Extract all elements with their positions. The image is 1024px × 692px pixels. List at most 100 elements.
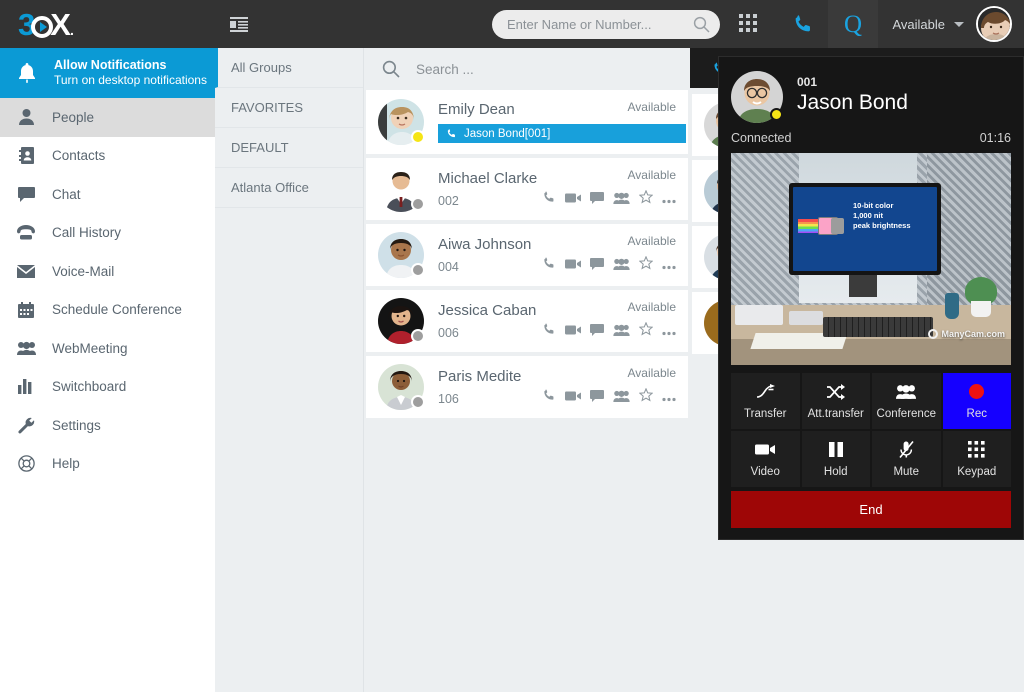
chat-bubble-icon[interactable] (590, 191, 604, 209)
keypad-button[interactable]: Keypad (943, 431, 1012, 487)
panel-toggle-button[interactable] (215, 0, 263, 48)
group-item-atlanta-office[interactable]: Atlanta Office (215, 168, 363, 208)
phone-icon[interactable] (542, 256, 556, 275)
conference-icon[interactable] (613, 323, 630, 341)
presence-status-selector[interactable]: Available (878, 0, 976, 48)
sidebar-item-help[interactable]: Help (0, 445, 215, 484)
search-icon (693, 16, 710, 33)
video-camera-icon[interactable] (565, 323, 581, 341)
video-watermark: ManyCam.com (928, 329, 1005, 339)
sidebar-item-label: People (52, 110, 94, 125)
sidebar-item-chat[interactable]: Chat (0, 175, 215, 214)
button-label: Video (751, 466, 780, 478)
person-icon (16, 109, 36, 125)
avatar (378, 364, 424, 410)
sidebar-item-label: Contacts (52, 148, 105, 163)
ellipsis-icon[interactable] (662, 191, 676, 209)
logo-text: 3X. (18, 9, 73, 40)
end-call-button[interactable]: End (731, 491, 1011, 528)
watermark-text: ManyCam.com (941, 329, 1005, 339)
video-screen-text: 10-bit color 1,000 nit peak brightness (853, 201, 931, 231)
sidebar-item-label: Settings (52, 418, 101, 433)
chat-bubble-icon[interactable] (590, 389, 604, 407)
sidebar-item-schedule-conference[interactable]: Schedule Conference (0, 291, 215, 330)
sidebar-item-people[interactable]: People (0, 98, 215, 137)
transfer-arrow-icon (756, 383, 775, 401)
contacts-search-input[interactable] (416, 62, 616, 77)
ellipsis-icon[interactable] (662, 323, 676, 341)
sidebar-item-contacts[interactable]: Contacts (0, 137, 215, 176)
table-row[interactable]: Emily Dean Jason Bond[001] Available (366, 90, 688, 154)
video-camera-icon[interactable] (565, 257, 581, 275)
star-icon[interactable] (639, 256, 653, 275)
table-row[interactable]: Paris Medite 106 Available (366, 356, 688, 418)
chat-bubble-icon[interactable] (590, 257, 604, 275)
video-feed[interactable]: 10-bit color 1,000 nit peak brightness M… (731, 153, 1011, 365)
dialpad-icon (739, 14, 759, 34)
contact-actions (542, 190, 676, 209)
sidebar-item-label: Schedule Conference (52, 302, 182, 317)
contact-status: Available (628, 366, 676, 380)
avatar (378, 166, 424, 212)
video-monitor-stand (849, 275, 877, 297)
active-call-badge[interactable]: Jason Bond[001] (438, 124, 686, 143)
wrench-icon (16, 417, 36, 434)
call-button[interactable] (778, 0, 828, 48)
star-icon[interactable] (639, 322, 653, 341)
ellipsis-icon[interactable] (662, 257, 676, 275)
sidebar-item-label: Call History (52, 225, 121, 240)
video-button[interactable]: Video (731, 431, 800, 487)
status-badge (411, 197, 425, 211)
conference-icon[interactable] (613, 389, 630, 407)
status-label: Available (892, 17, 945, 32)
mute-button[interactable]: Mute (872, 431, 941, 487)
phone-icon[interactable] (542, 190, 556, 209)
queue-button[interactable]: Q (828, 0, 878, 48)
conference-button[interactable]: Conference (872, 373, 941, 429)
group-item-default[interactable]: DEFAULT (215, 128, 363, 168)
sidebar-item-call-history[interactable]: Call History (0, 214, 215, 253)
contacts-search[interactable] (364, 48, 690, 90)
avatar[interactable] (976, 6, 1012, 42)
notification-subtitle: Turn on desktop notifications (54, 73, 207, 88)
table-row[interactable]: Aiwa Johnson 004 Available (366, 224, 688, 286)
video-camera-icon[interactable] (565, 389, 581, 407)
conference-icon[interactable] (613, 257, 630, 275)
bar-chart-icon (16, 379, 36, 394)
star-icon[interactable] (639, 190, 653, 209)
sidebar-item-settings[interactable]: Settings (0, 406, 215, 445)
call-header: 001 Jason Bond (731, 65, 1011, 123)
status-badge (411, 395, 425, 409)
telephone-icon (16, 225, 36, 240)
call-extension: 001 (797, 75, 1011, 89)
group-label: Atlanta Office (231, 180, 309, 195)
avatar (378, 99, 424, 145)
sidebar-item-voicemail[interactable]: Voice-Mail (0, 252, 215, 291)
notification-title: Allow Notifications (54, 58, 207, 74)
record-button[interactable]: Rec (943, 373, 1012, 429)
app-logo[interactable]: 3X. (0, 0, 215, 48)
group-label: FAVORITES (231, 100, 303, 115)
mic-muted-icon (899, 441, 914, 459)
hold-button[interactable]: Hold (802, 431, 871, 487)
dialpad-button[interactable] (724, 0, 774, 48)
video-device-box-2 (789, 311, 823, 325)
star-icon[interactable] (639, 388, 653, 407)
global-search[interactable] (492, 10, 720, 39)
group-item-favorites[interactable]: FAVORITES (215, 88, 363, 128)
video-camera-icon[interactable] (565, 191, 581, 209)
phone-icon[interactable] (542, 322, 556, 341)
search-input[interactable] (507, 17, 693, 32)
chat-bubble-icon[interactable] (590, 323, 604, 341)
table-row[interactable]: Jessica Caban 006 Available (366, 290, 688, 352)
table-row[interactable]: Michael Clarke 002 Available (366, 158, 688, 220)
attended-transfer-button[interactable]: Att.transfer (802, 373, 871, 429)
conference-icon[interactable] (613, 191, 630, 209)
group-item-all-groups[interactable]: All Groups (215, 48, 363, 88)
sidebar-item-switchboard[interactable]: Switchboard (0, 368, 215, 407)
sidebar-item-webmeeting[interactable]: WebMeeting (0, 329, 215, 368)
ellipsis-icon[interactable] (662, 389, 676, 407)
allow-notifications-banner[interactable]: Allow Notifications Turn on desktop noti… (0, 48, 215, 98)
phone-icon[interactable] (542, 388, 556, 407)
transfer-button[interactable]: Transfer (731, 373, 800, 429)
